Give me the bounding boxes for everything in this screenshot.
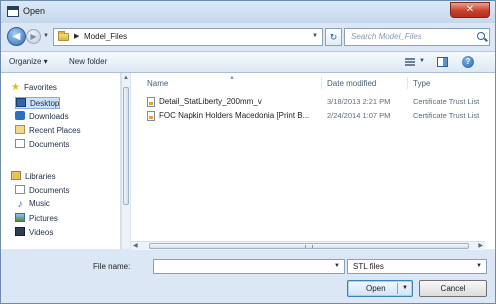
file-date-modified: 2/24/2014 1:07 PM <box>327 111 391 120</box>
nav-library-documents[interactable]: Documents <box>15 185 69 195</box>
nav-desktop[interactable]: Desktop <box>15 97 61 109</box>
back-icon: ◀ <box>12 31 21 42</box>
open-button[interactable]: Open ▼ <box>347 280 413 297</box>
stl-file-icon <box>147 97 155 107</box>
search-input[interactable]: Search Model_Files <box>351 32 422 41</box>
file-name: Detail_StatLiberty_200mm_v <box>159 97 262 106</box>
scroll-up-arrow-icon[interactable]: ▲ <box>123 75 129 81</box>
address-dropdown[interactable]: ▼ <box>312 33 318 39</box>
back-button[interactable]: ◀ <box>7 27 26 46</box>
open-split-divider <box>397 283 398 294</box>
view-dropdown[interactable]: ▼ <box>419 58 425 64</box>
nav-favorites-label: Favorites <box>24 83 57 92</box>
column-divider[interactable] <box>321 77 322 89</box>
file-name-label: File name: <box>93 262 131 271</box>
open-options-dropdown-icon[interactable]: ▼ <box>402 285 408 291</box>
preview-pane-icon[interactable] <box>437 57 448 67</box>
nav-recent-places-label: Recent Places <box>29 126 81 135</box>
star-icon: ★ <box>11 82 20 93</box>
file-name-input[interactable]: ▼ <box>153 259 345 274</box>
nav-videos-label: Videos <box>29 228 54 237</box>
organize-button[interactable]: Organize ▾ <box>9 57 48 66</box>
breadcrumb-model-files[interactable]: Model_Files <box>84 32 127 41</box>
refresh-icon: ↻ <box>329 32 338 42</box>
forward-button[interactable]: ▶ <box>26 29 41 44</box>
scroll-right-arrow-icon[interactable]: ▶ <box>478 242 483 249</box>
nav-libraries[interactable]: Libraries <box>11 171 56 181</box>
open-dialog: Open ✕ ◀ ▶ ▼ ▶ Model_Files ▼ ↻ Search Mo… <box>0 0 496 304</box>
nav-downloads[interactable]: Downloads <box>15 111 69 121</box>
scroll-grip-icon <box>305 245 313 248</box>
nav-recent-places[interactable]: Recent Places <box>15 125 81 135</box>
file-type: Certificate Trust List <box>413 97 480 106</box>
folder-icon <box>58 31 69 41</box>
dialog-footer: File name: ▼ STL files ▼ Open ▼ Cancel <box>1 250 495 303</box>
videos-icon <box>15 227 25 236</box>
nav-music-label: Music <box>29 199 50 208</box>
recent-places-icon <box>15 125 25 134</box>
cancel-button[interactable]: Cancel <box>419 280 487 297</box>
downloads-icon <box>15 111 25 120</box>
column-divider[interactable] <box>407 77 408 89</box>
documents-icon <box>15 185 25 194</box>
command-bar: Organize ▾ New folder ▼ ? <box>1 51 495 73</box>
file-row[interactable]: FOC Napkin Holders Macedonia [Print B...… <box>131 111 495 123</box>
nav-scroll-thumb[interactable] <box>123 87 129 205</box>
title-bar[interactable]: Open ✕ <box>1 1 495 23</box>
app-icon <box>7 6 19 17</box>
breadcrumb-separator-icon[interactable]: ▶ <box>74 32 79 40</box>
file-list-pane: ▲ Name Date modified Type Detail_StatLib… <box>131 73 495 249</box>
libraries-icon <box>11 171 21 180</box>
search-box[interactable]: Search Model_Files <box>344 28 490 46</box>
nav-pane-scrollbar[interactable]: ▲ <box>121 73 130 249</box>
column-header-type[interactable]: Type <box>413 79 430 88</box>
navigation-row: ◀ ▶ ▼ ▶ Model_Files ▼ ↻ Search Model_Fil… <box>1 23 495 51</box>
file-row[interactable]: Detail_StatLiberty_200mm_v 3/18/2013 2:2… <box>131 97 495 109</box>
music-icon: ♪ <box>17 199 23 210</box>
pictures-icon <box>15 213 25 222</box>
file-date-modified: 3/18/2013 2:21 PM <box>327 97 391 106</box>
scroll-left-arrow-icon[interactable]: ◀ <box>133 242 138 249</box>
close-button[interactable]: ✕ <box>450 2 490 18</box>
address-bar[interactable]: ▶ Model_Files ▼ <box>53 28 323 46</box>
file-type-dropdown-icon[interactable]: ▼ <box>476 263 482 269</box>
column-header-name[interactable]: Name <box>147 79 168 88</box>
help-icon[interactable]: ? <box>462 56 474 68</box>
nav-desktop-label: Desktop <box>30 99 60 108</box>
nav-music[interactable]: ♪ Music <box>15 199 50 210</box>
file-type: Certificate Trust List <box>413 111 480 120</box>
view-icon[interactable] <box>405 58 415 66</box>
sort-ascending-icon: ▲ <box>229 75 235 81</box>
horizontal-scroll-thumb[interactable] <box>149 243 469 249</box>
search-icon[interactable] <box>477 32 485 40</box>
nav-favorites-documents-label: Documents <box>29 140 70 149</box>
nav-favorites[interactable]: ★ Favorites <box>11 83 57 93</box>
new-folder-button[interactable]: New folder <box>69 57 107 66</box>
forward-icon: ▶ <box>30 32 37 41</box>
file-type-selected: STL files <box>353 262 384 271</box>
stl-file-icon <box>147 111 155 121</box>
file-name-dropdown-icon[interactable]: ▼ <box>334 263 340 269</box>
nav-libraries-label: Libraries <box>25 172 56 181</box>
nav-pictures-label: Pictures <box>29 214 58 223</box>
desktop-icon <box>16 98 26 107</box>
documents-icon <box>15 139 25 148</box>
nav-library-documents-label: Documents <box>29 186 70 195</box>
navigation-pane: ★ Favorites Desktop Downloads Recent Plac… <box>1 73 121 249</box>
nav-downloads-label: Downloads <box>29 112 69 121</box>
open-button-label: Open <box>366 284 386 293</box>
close-icon: ✕ <box>465 4 475 15</box>
recent-pages-dropdown[interactable]: ▼ <box>43 33 49 39</box>
refresh-button[interactable]: ↻ <box>325 28 342 46</box>
column-header-date-modified[interactable]: Date modified <box>327 79 376 88</box>
horizontal-scrollbar[interactable]: ◀ ▶ <box>131 241 485 250</box>
nav-videos[interactable]: Videos <box>15 227 53 237</box>
nav-pictures[interactable]: Pictures <box>15 213 58 223</box>
file-name: FOC Napkin Holders Macedonia [Print B... <box>159 111 310 120</box>
file-type-select[interactable]: STL files ▼ <box>347 259 487 274</box>
window-title: Open <box>23 6 46 16</box>
nav-favorites-documents[interactable]: Documents <box>15 139 69 149</box>
